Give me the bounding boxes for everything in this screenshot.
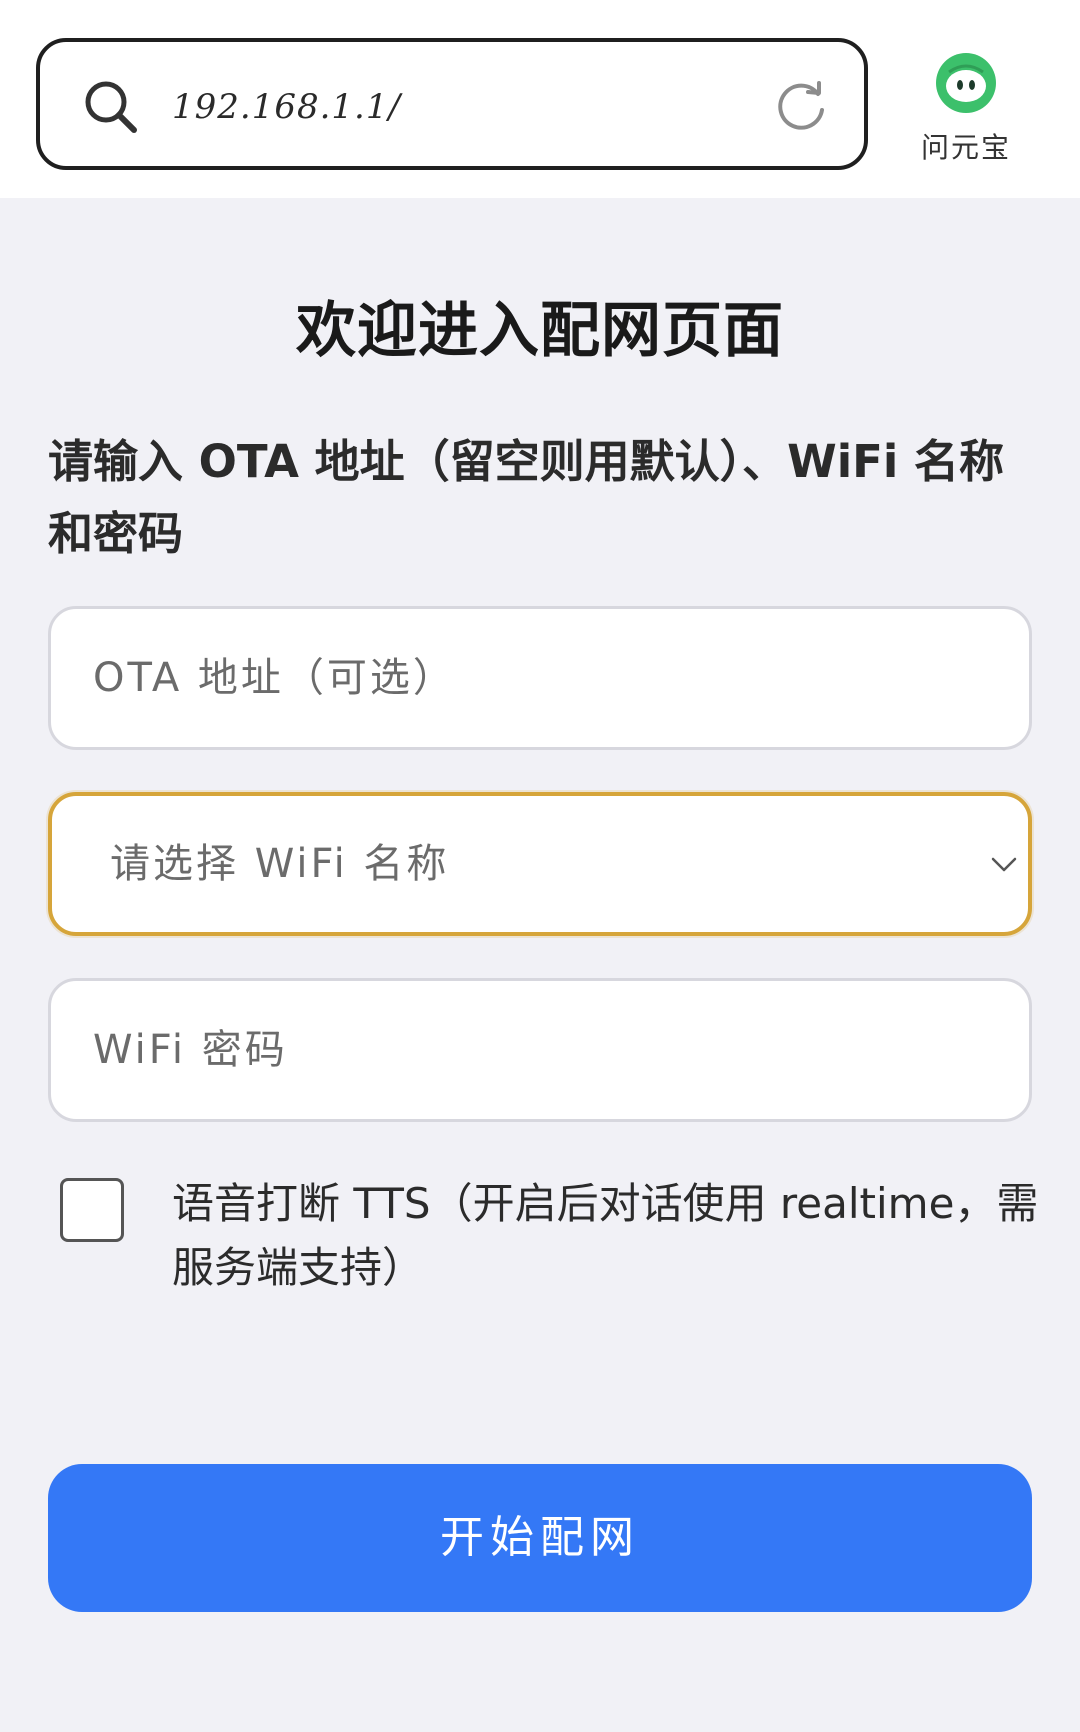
- tts-interrupt-label: 语音打断 TTS（开启后对话使用 realtime，需服务端支持）: [172, 1179, 1039, 1292]
- address-bar[interactable]: 192.168.1.1/: [36, 38, 868, 170]
- tts-interrupt-option: 语音打断 TTS（开启后对话使用 realtime，需服务端支持）: [60, 1172, 1040, 1312]
- chevron-down-icon: [988, 848, 1020, 880]
- wifi-password-input[interactable]: WiFi 密码: [48, 978, 1032, 1122]
- browser-toolbar: 192.168.1.1/ 问元宝: [0, 0, 1080, 198]
- ota-address-placeholder: OTA 地址（可选）: [93, 655, 456, 701]
- wifi-password-placeholder: WiFi 密码: [93, 1027, 288, 1073]
- instructions-text: 请输入 OTA 地址（留空则用默认）、WiFi 名称和密码: [48, 435, 1005, 560]
- reload-icon[interactable]: [774, 80, 828, 134]
- assistant-label: 问元宝: [920, 131, 1011, 164]
- yuanbao-logo-icon: [935, 52, 997, 114]
- wifi-ssid-placeholder: 请选择 WiFi 名称: [110, 841, 450, 887]
- wifi-ssid-select[interactable]: 请选择 WiFi 名称: [48, 792, 1032, 936]
- tts-interrupt-checkbox[interactable]: [60, 1178, 124, 1242]
- url-text[interactable]: 192.168.1.1/: [172, 78, 401, 136]
- search-icon[interactable]: [82, 78, 140, 136]
- ota-address-input[interactable]: OTA 地址（可选）: [48, 606, 1032, 750]
- start-provisioning-button[interactable]: 开始配网: [48, 1464, 1032, 1612]
- assistant-button[interactable]: 问元宝: [912, 48, 1020, 168]
- page-title: 欢迎进入配网页面: [296, 296, 784, 366]
